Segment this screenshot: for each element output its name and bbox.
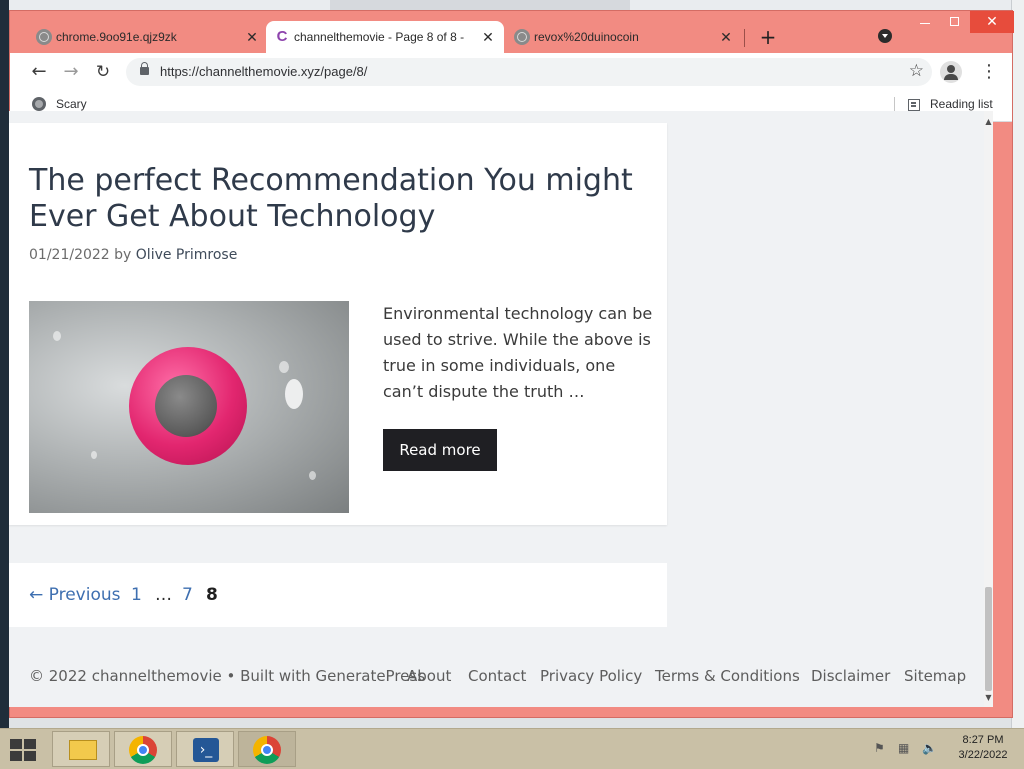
lock-icon[interactable] (140, 62, 149, 75)
water-drop (309, 471, 316, 480)
tab-separator (744, 29, 745, 47)
article-by-label: by (114, 247, 132, 263)
clock-time: 8:27 PM (962, 734, 1004, 746)
site-footer: © 2022 channelthemovie • Built with Gene… (9, 647, 984, 707)
current-page: 8 (206, 585, 218, 605)
system-clock[interactable]: 8:27 PM 3/22/2022 (950, 733, 1016, 763)
windows-logo-icon (10, 739, 22, 749)
tab-revox-duinocoin[interactable]: revox%20duinocoin ✕ (506, 21, 742, 53)
footer-copyright: © 2022 channelthemovie • Built with Gene… (29, 667, 426, 685)
article-thumbnail[interactable] (29, 301, 349, 513)
article-title[interactable]: The perfect Recommendation You might Eve… (29, 163, 649, 235)
water-drop (53, 331, 61, 341)
speaker-buttons (155, 375, 217, 437)
file-explorer-icon (69, 740, 97, 760)
network-icon[interactable]: ▦ (898, 741, 914, 755)
article-author[interactable]: Olive Primrose (136, 247, 238, 263)
url-text[interactable]: https://channelthemovie.xyz/page/8/ (160, 64, 367, 79)
footer-link-terms[interactable]: Terms & Conditions (655, 667, 800, 685)
footer-link-disclaimer[interactable]: Disclaimer (811, 667, 890, 685)
water-drop (91, 451, 97, 459)
maximize-button[interactable] (940, 11, 970, 33)
vertical-scrollbar[interactable]: ▲ ▼ (984, 111, 993, 707)
taskbar: ›_ ⚑ ▦ 🔈 8:27 PM 3/22/2022 (0, 728, 1024, 769)
action-center-flag-icon[interactable]: ⚑ (874, 741, 888, 755)
tab-title: revox%20duinocoin (534, 30, 639, 44)
clock-date: 3/22/2022 (958, 749, 1008, 761)
tab-title: channelthemovie - Page 8 of 8 - (294, 30, 465, 44)
footer-link-privacy[interactable]: Privacy Policy (540, 667, 642, 685)
scroll-down-arrow-icon[interactable]: ▼ (984, 693, 993, 703)
page-link-1[interactable]: 1 (131, 585, 142, 605)
profile-avatar-icon[interactable] (940, 61, 962, 83)
reading-list-button[interactable]: Reading list (930, 97, 993, 111)
bookmark-star-icon[interactable]: ☆ (909, 61, 924, 81)
windows-logo-icon (24, 751, 36, 761)
footer-link-contact[interactable]: Contact (468, 667, 526, 685)
tab-chrome-9oo91e[interactable]: chrome.9oo91e.qjz9zk ✕ (28, 21, 268, 53)
taskbar-chrome[interactable] (114, 731, 172, 767)
globe-icon[interactable] (32, 97, 46, 111)
start-button[interactable] (8, 737, 38, 761)
article-meta: 01/21/2022 by Olive Primrose (29, 247, 237, 263)
chrome-icon (253, 736, 281, 764)
scroll-up-arrow-icon[interactable]: ▲ (984, 117, 993, 127)
close-icon[interactable]: ✕ (718, 29, 734, 45)
forward-arrow-icon[interactable]: → (60, 61, 82, 83)
tab-channelthemovie[interactable]: C channelthemovie - Page 8 of 8 - ✕ (266, 21, 504, 53)
close-icon[interactable]: ✕ (480, 29, 496, 45)
scroll-thumb[interactable] (985, 587, 992, 691)
previous-page-link[interactable]: ← Previous (29, 585, 121, 605)
footer-link-sitemap[interactable]: Sitemap (904, 667, 966, 685)
footer-link-about[interactable]: About (407, 667, 451, 685)
site-logo-icon: C (276, 28, 288, 45)
windows-logo-icon (24, 739, 36, 749)
reload-icon[interactable]: ↻ (92, 61, 114, 83)
taskbar-powershell[interactable]: ›_ (176, 731, 234, 767)
light-reflection (285, 379, 303, 409)
background-window-edge (0, 0, 9, 728)
chrome-icon (129, 736, 157, 764)
taskbar-file-explorer[interactable] (52, 731, 110, 767)
windows-logo-icon (10, 751, 22, 761)
article-date[interactable]: 01/21/2022 (29, 247, 110, 263)
volume-muted-icon[interactable]: 🔈 (922, 741, 938, 755)
powershell-icon: ›_ (193, 738, 219, 762)
article-excerpt: Environmental technology can be used to … (383, 304, 653, 401)
background-window-title (330, 0, 630, 10)
globe-icon (514, 29, 530, 45)
globe-icon (36, 29, 52, 45)
back-arrow-icon[interactable]: ← (28, 61, 50, 83)
browser-toolbar: ← → ↻ https://channelthemovie.xyz/page/8… (10, 53, 1012, 91)
kebab-menu-icon[interactable]: ⋮ (980, 61, 998, 83)
pagination: ← Previous 1 … 7 8 (9, 563, 667, 627)
read-more-button[interactable]: Read more (383, 429, 497, 471)
tab-search-icon[interactable] (878, 29, 892, 43)
address-bar[interactable]: https://channelthemovie.xyz/page/8/ ☆ (126, 58, 932, 86)
taskbar-chrome-active[interactable] (238, 731, 296, 767)
page-ellipsis: … (155, 585, 172, 605)
close-icon[interactable]: ✕ (244, 29, 260, 45)
water-drop (279, 361, 289, 373)
page-viewport: The perfect Recommendation You might Eve… (9, 111, 993, 707)
window-close-button[interactable]: ✕ (970, 11, 1014, 33)
article-card: The perfect Recommendation You might Eve… (9, 123, 667, 525)
bookmark-scary[interactable]: Scary (56, 97, 87, 111)
minimize-button[interactable] (910, 11, 940, 33)
tab-strip: chrome.9oo91e.qjz9zk ✕ C channelthemovie… (10, 11, 1014, 53)
tab-title: chrome.9oo91e.qjz9zk (56, 30, 177, 44)
reading-list-icon[interactable] (908, 99, 920, 111)
new-tab-button[interactable]: + (758, 27, 778, 47)
pink-speaker (129, 347, 247, 465)
page-link-7[interactable]: 7 (182, 585, 193, 605)
